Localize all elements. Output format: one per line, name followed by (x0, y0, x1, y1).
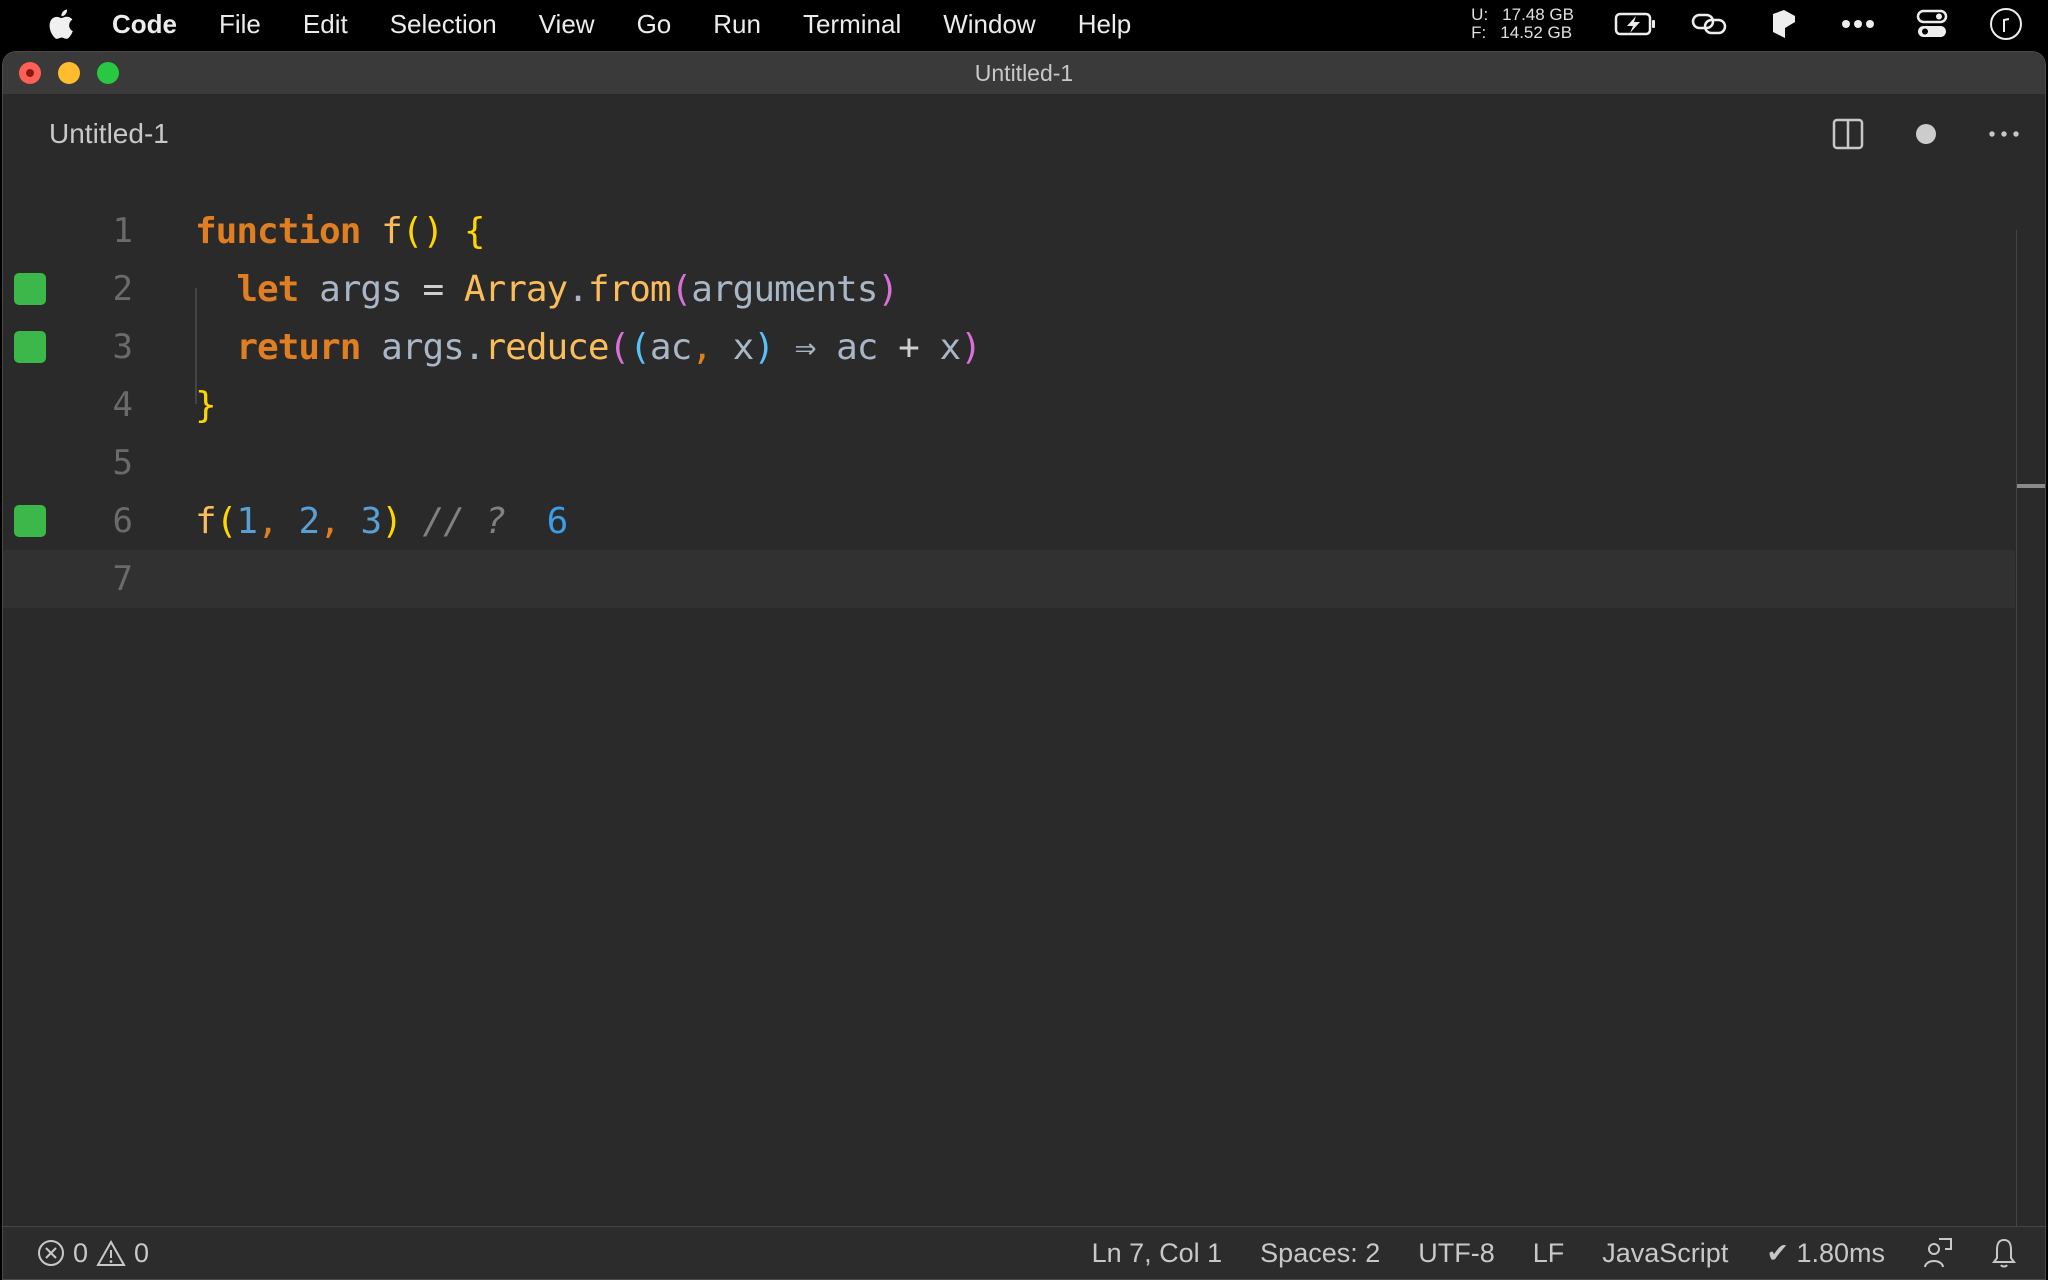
inline-result: 6 (546, 500, 569, 542)
memory-used-label: U: (1471, 5, 1489, 24)
code-text: f(1, 2, 3) // ? 6 (195, 500, 569, 542)
menu-file[interactable]: File (219, 9, 261, 40)
line-number: 1 (112, 211, 133, 251)
menu-run[interactable]: Run (713, 9, 761, 40)
vertical-scrollbar[interactable] (2016, 230, 2045, 1230)
code-line: 4 } (3, 376, 2015, 434)
feedback-icon[interactable] (1923, 1237, 1953, 1269)
line-number: 6 (112, 501, 133, 541)
line-number: 5 (112, 443, 133, 483)
code-text: function f() { (195, 210, 486, 252)
code-line: 2 let args = Array.from(arguments) (3, 260, 2015, 318)
unsaved-dot-icon[interactable] (1909, 117, 1943, 151)
line-number: 4 (112, 385, 133, 425)
coverage-marker[interactable] (14, 505, 46, 537)
memory-monitor[interactable]: U: 17.48 GB F: 14.52 GB (1471, 6, 1574, 42)
line-number: 2 (112, 269, 133, 309)
status-bar: 0 0 Ln 7, Col 1 Spaces: 2 UTF-8 LF JavaS… (3, 1226, 2045, 1279)
memory-free-value: 14.52 GB (1500, 23, 1573, 42)
code-line: 5 (3, 434, 2015, 492)
menu-view[interactable]: View (539, 9, 595, 40)
cube-icon[interactable] (1762, 8, 1806, 40)
apple-logo-icon[interactable] (44, 7, 76, 41)
quokka-timing[interactable]: ✔ 1.80ms (1766, 1238, 1885, 1269)
clock-icon[interactable] (1984, 8, 2028, 40)
end-of-line[interactable]: LF (1533, 1238, 1565, 1269)
memory-used-value: 17.48 GB (1502, 5, 1574, 24)
menu-bar-tray: U: 17.48 GB F: 14.52 GB (1471, 0, 2048, 48)
menu-go[interactable]: Go (637, 9, 672, 40)
menu-selection[interactable]: Selection (390, 9, 497, 40)
notifications-bell-icon[interactable] (1991, 1237, 2017, 1269)
more-actions-icon[interactable] (1987, 117, 2021, 151)
encoding[interactable]: UTF-8 (1418, 1238, 1495, 1269)
code-text: } (195, 384, 217, 426)
title-bar: Untitled-1 (3, 52, 2045, 94)
editor-actions (1831, 94, 2021, 174)
menu-window[interactable]: Window (943, 9, 1035, 40)
code-line-current[interactable]: 7 (3, 550, 2015, 608)
menu-terminal[interactable]: Terminal (803, 9, 901, 40)
menu-help[interactable]: Help (1078, 9, 1131, 40)
line-number: 3 (112, 327, 133, 367)
cursor-position[interactable]: Ln 7, Col 1 (1092, 1238, 1223, 1269)
editor-tab-bar: Untitled-1 (3, 94, 2045, 174)
window-title: Untitled-1 (974, 59, 1074, 86)
vscode-window: Untitled-1 Untitled-1 1 function f() { 2 (2, 51, 2046, 1280)
language-mode[interactable]: JavaScript (1602, 1238, 1728, 1269)
code-text: return args.reduce((ac, x) ⇒ ac + x) (236, 326, 982, 368)
indentation[interactable]: Spaces: 2 (1260, 1238, 1380, 1269)
battery-charging-icon[interactable] (1614, 8, 1658, 40)
menu-edit[interactable]: Edit (303, 9, 348, 40)
coverage-marker[interactable] (14, 331, 46, 363)
split-editor-icon[interactable] (1831, 117, 1865, 151)
problems-indicator[interactable]: 0 0 (37, 1238, 149, 1269)
more-icon[interactable] (1836, 8, 1880, 40)
error-count: 0 (73, 1237, 89, 1268)
code-line: 1 function f() { (3, 202, 2015, 260)
code-text: let args = Array.from(arguments) (236, 268, 899, 310)
control-center-icon[interactable] (1910, 8, 1954, 40)
memory-free-label: F: (1471, 23, 1487, 42)
scrollbar-thumb[interactable] (2017, 484, 2045, 488)
status-bar-right: Ln 7, Col 1 Spaces: 2 UTF-8 LF JavaScrip… (1092, 1237, 2017, 1269)
warning-icon (96, 1239, 126, 1266)
menu-app-code[interactable]: Code (112, 9, 177, 40)
error-icon (38, 1240, 64, 1266)
warning-count: 0 (134, 1237, 150, 1268)
coverage-marker[interactable] (14, 273, 46, 305)
code-editor[interactable]: 1 function f() { 2 let args = Array.from… (3, 174, 2045, 1230)
code-line: 3 return args.reduce((ac, x) ⇒ ac + x) (3, 318, 2015, 376)
link-icon[interactable] (1688, 8, 1732, 40)
tab-untitled-1[interactable]: Untitled-1 (49, 118, 169, 150)
line-number: 7 (112, 559, 133, 599)
code-line: 6 f(1, 2, 3) // ? 6 (3, 492, 2015, 550)
menu-bar: Code File Edit Selection View Go Run Ter… (0, 0, 2048, 48)
